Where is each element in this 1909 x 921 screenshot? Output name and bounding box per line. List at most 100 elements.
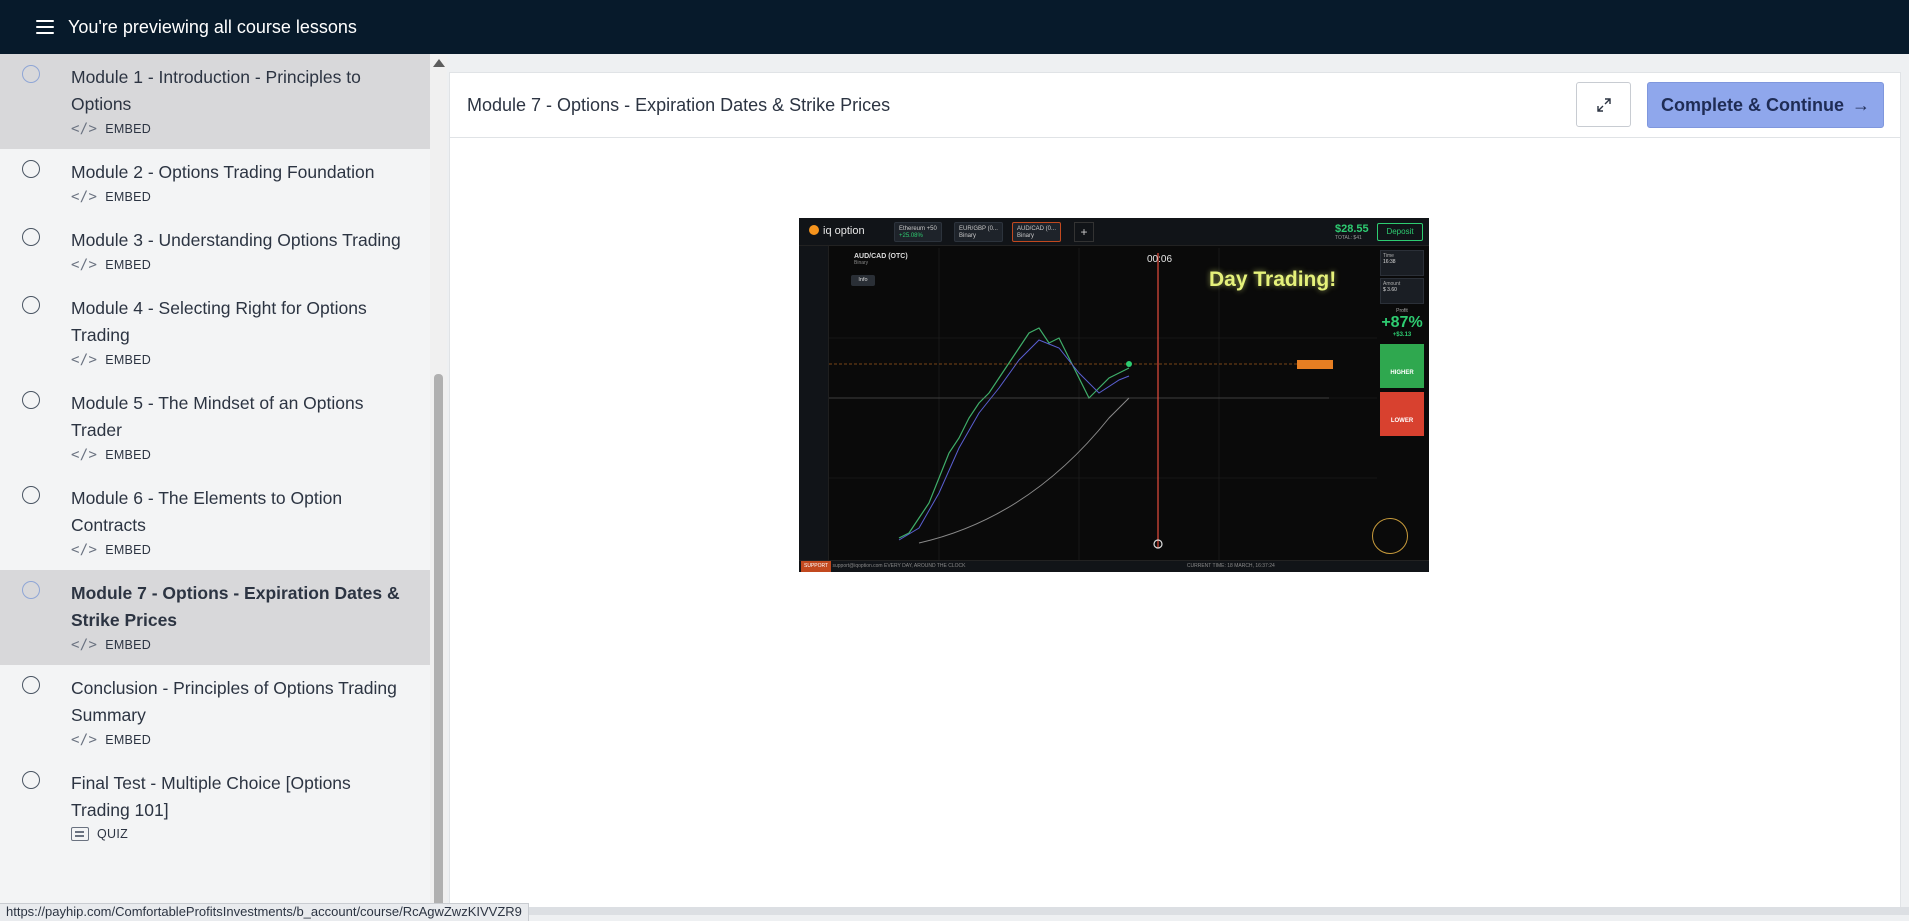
- scroll-up-arrow-icon[interactable]: [433, 59, 445, 67]
- current-time: CURRENT TIME: 18 MARCH, 16:37:24: [1186, 563, 1275, 569]
- lesson-item-module-2[interactable]: Module 2 - Options Trading Foundation </…: [0, 149, 430, 217]
- lesson-heading: Module 7 - Options - Expiration Dates & …: [467, 94, 891, 115]
- asset-tab: EUR/GBP (0... Binary: [954, 222, 1003, 242]
- complete-continue-label: Complete & Continue: [1661, 94, 1844, 115]
- support-tagline: EVERY DAY, AROUND THE CLOCK: [883, 563, 966, 569]
- lesson-item-module-3[interactable]: Module 3 - Understanding Options Trading…: [0, 217, 430, 285]
- lesson-title: Module 3 - Understanding Options Trading: [71, 230, 401, 250]
- lesson-type: </> EMBED: [71, 732, 410, 748]
- lesson-type: </> EMBED: [71, 542, 410, 558]
- code-icon: </>: [71, 447, 98, 463]
- platform-logo: iq option: [809, 225, 865, 237]
- lesson-item-module-5[interactable]: Module 5 - The Mindset of an Options Tra…: [0, 380, 430, 475]
- video-left-rail: [799, 246, 829, 562]
- lesson-type: </> EMBED: [71, 121, 410, 137]
- tree-logo-icon: [1372, 518, 1408, 554]
- lesson-title: Module 1 - Introduction - Principles to …: [71, 67, 361, 114]
- lesson-status-circle: [22, 228, 40, 246]
- asset-tab-label: AUD/CAD (0...: [1017, 226, 1057, 232]
- lesson-title: Module 6 - The Elements to Option Contra…: [71, 488, 343, 535]
- scrollbar-thumb[interactable]: [434, 374, 443, 915]
- logo-mark-icon: [809, 225, 819, 235]
- fullscreen-button[interactable]: [1576, 82, 1631, 127]
- lesson-title: Final Test - Multiple Choice [Options Tr…: [71, 773, 351, 820]
- lesson-title: Conclusion - Principles of Options Tradi…: [71, 678, 397, 725]
- lesson-status-circle: [22, 65, 40, 83]
- top-bar: You're previewing all course lessons: [0, 0, 1909, 54]
- asset-tab: AUD/CAD (0... Binary: [1012, 222, 1062, 242]
- lesson-item-final-test[interactable]: Final Test - Multiple Choice [Options Tr…: [0, 760, 430, 853]
- code-icon: </>: [71, 637, 98, 653]
- lesson-type-label: EMBED: [105, 543, 152, 557]
- lower-label: LOWER: [1380, 392, 1424, 436]
- lesson-title: Module 4 - Selecting Right for Options T…: [71, 298, 367, 345]
- lesson-title: Module 5 - The Mindset of an Options Tra…: [71, 393, 364, 440]
- deposit-label: Deposit: [1377, 223, 1423, 241]
- lesson-type: </> EMBED: [71, 447, 410, 463]
- lesson-item-module-4[interactable]: Module 4 - Selecting Right for Options T…: [0, 285, 430, 380]
- lesson-sidebar: Module 1 - Introduction - Principles to …: [0, 54, 430, 915]
- code-icon: </>: [71, 542, 98, 558]
- asset-tab: Ethereum +50 +25.08%: [894, 222, 942, 242]
- lesson-type-label: EMBED: [105, 448, 152, 462]
- lesson-title: Module 2 - Options Trading Foundation: [71, 162, 375, 182]
- lesson-item-conclusion[interactable]: Conclusion - Principles of Options Tradi…: [0, 665, 430, 760]
- amount-box: Amount $ 3.60: [1380, 278, 1424, 304]
- support-badge: SUPPORT: [801, 561, 832, 572]
- profit-percent: +87%: [1381, 314, 1423, 331]
- lesson-type: </> EMBED: [71, 189, 410, 205]
- support-email: support@iqoption.com: [832, 563, 883, 569]
- asset-tab-label: EUR/GBP (0...: [959, 226, 998, 232]
- lesson-type: </> EMBED: [71, 637, 410, 653]
- code-icon: </>: [71, 121, 98, 137]
- lesson-status-circle: [22, 581, 40, 599]
- video-overlay-headline: Day Trading!: [1209, 268, 1337, 291]
- asset-tab-sub: Binary: [1017, 233, 1035, 239]
- horizontal-scrollbar[interactable]: [449, 907, 1909, 915]
- price-chart: [829, 248, 1377, 560]
- time-value: 16:38: [1383, 259, 1396, 265]
- lesson-type: </> EMBED: [71, 352, 410, 368]
- lesson-status-circle: [22, 771, 40, 789]
- lesson-item-module-1[interactable]: Module 1 - Introduction - Principles to …: [0, 54, 430, 149]
- lesson-status-circle: [22, 391, 40, 409]
- video-platform-topbar: iq option Ethereum +50 +25.08% EUR/GBP (0…: [799, 218, 1429, 246]
- lesson-type-label: EMBED: [105, 122, 152, 136]
- lesson-type-label: EMBED: [105, 353, 152, 367]
- lesson-status-circle: [22, 486, 40, 504]
- expand-icon: [1596, 97, 1611, 112]
- complete-continue-button[interactable]: Complete & Continue →: [1647, 82, 1884, 128]
- lesson-type: </> EMBED: [71, 257, 410, 273]
- trade-panel: Time 16:38 Amount $ 3.60 Profit +87% +$3.1…: [1377, 248, 1427, 558]
- lesson-status-circle: [22, 296, 40, 314]
- platform-logo-text: iq option: [823, 225, 865, 237]
- lesson-title: Module 7 - Options - Expiration Dates & …: [71, 583, 400, 630]
- account-balance: $28.55 TOTAL: $41: [1335, 223, 1369, 241]
- menu-icon[interactable]: [36, 20, 54, 34]
- status-bar-url: https://payhip.com/ComfortableProfitsInv…: [0, 903, 529, 921]
- lesson-type-label: EMBED: [105, 258, 152, 272]
- sidebar-scrollbar[interactable]: [430, 54, 447, 915]
- balance-value: $28.55: [1335, 223, 1369, 235]
- lesson-type-label: EMBED: [105, 190, 152, 204]
- embedded-video[interactable]: iq option Ethereum +50 +25.08% EUR/GBP (0…: [799, 218, 1429, 572]
- arrow-right-icon: →: [1852, 94, 1870, 115]
- lesson-status-circle: [22, 160, 40, 178]
- asset-tab-label: Ethereum +50: [899, 226, 937, 232]
- code-icon: </>: [71, 189, 98, 205]
- lesson-type: QUIZ: [71, 827, 410, 841]
- amount-value: $ 3.60: [1383, 287, 1397, 293]
- lesson-type-label: EMBED: [105, 733, 152, 747]
- video-platform-footer: SUPPORT support@iqoption.com EVERY DAY, …: [799, 560, 1429, 572]
- lesson-item-module-6[interactable]: Module 6 - The Elements to Option Contra…: [0, 475, 430, 570]
- lesson-type-label: QUIZ: [97, 827, 129, 841]
- profit-amount: +$3.13: [1392, 332, 1412, 338]
- time-box: Time 16:38: [1380, 250, 1424, 276]
- asset-tab-sub: Binary: [959, 233, 977, 239]
- preview-banner-title: You're previewing all course lessons: [68, 16, 357, 37]
- add-asset-icon: +: [1074, 222, 1094, 242]
- lesson-item-module-7[interactable]: Module 7 - Options - Expiration Dates & …: [0, 570, 430, 665]
- code-icon: </>: [71, 257, 98, 273]
- lesson-type-label: EMBED: [105, 638, 152, 652]
- code-icon: </>: [71, 732, 98, 748]
